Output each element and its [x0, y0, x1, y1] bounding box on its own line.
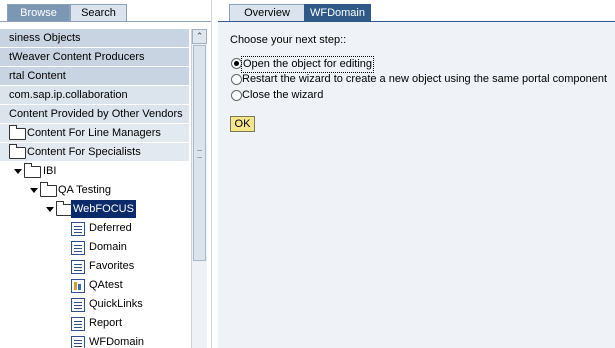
- tree-row-portal-content[interactable]: rtal Content: [0, 67, 189, 85]
- tree-folder-ibi[interactable]: IBI: [0, 162, 189, 180]
- tree-scrollbar[interactable]: ⌃: [191, 29, 207, 348]
- item-label: Report: [89, 317, 123, 329]
- tab-search[interactable]: Search: [70, 4, 127, 22]
- tree-row-business-objects[interactable]: siness Objects: [0, 29, 189, 47]
- tree-item-domain[interactable]: Domain: [0, 238, 189, 256]
- list-icon: [71, 317, 85, 331]
- tree-folder-line-managers[interactable]: Content For Line Managers: [0, 124, 189, 142]
- tree-row-label: tWeaver Content Producers: [9, 51, 145, 63]
- item-label: Favorites: [89, 260, 135, 272]
- left-tab-strip: Browse Search: [0, 0, 211, 22]
- item-label: Domain: [89, 241, 127, 253]
- portal-content-tree: siness Objects tWeaver Content Producers…: [0, 29, 193, 348]
- radio-button[interactable]: [231, 90, 242, 101]
- folder-label: IBI: [43, 165, 57, 177]
- tab-wfdomain[interactable]: WFDomain: [304, 4, 371, 22]
- expand-arrow-icon[interactable]: [30, 188, 38, 193]
- wizard-panel: Choose your next step:: Open the object …: [218, 22, 615, 348]
- option-label: Close the wizard: [242, 89, 324, 101]
- folder-icon: [24, 163, 41, 178]
- tree-item-favorites[interactable]: Favorites: [0, 257, 189, 275]
- tree-row-label: siness Objects: [9, 32, 81, 44]
- tree-item-deferred[interactable]: Deferred: [0, 219, 189, 237]
- navigation-pane: Browse Search siness Objects tWeaver Con…: [0, 0, 211, 348]
- folder-icon: [40, 182, 57, 197]
- tree-item-report[interactable]: Report: [0, 314, 189, 332]
- tab-browse[interactable]: Browse: [7, 4, 70, 22]
- item-label: Deferred: [89, 222, 132, 234]
- tree-folder-webfocus[interactable]: WebFOCUS: [0, 200, 189, 218]
- scrollbar-thumb[interactable]: [193, 45, 206, 261]
- folder-label: Content For Specialists: [27, 146, 141, 158]
- option-label: Open the object for editing: [241, 56, 375, 73]
- tree-row-label: Content Provided by Other Vendors: [9, 108, 183, 120]
- ok-button[interactable]: OK: [230, 116, 255, 132]
- right-tab-strip: Overview WFDomain: [218, 0, 615, 22]
- tab-underline: [0, 21, 211, 22]
- folder-icon: [9, 144, 26, 159]
- folder-icon: [9, 125, 26, 140]
- scroll-up-icon[interactable]: ⌃: [192, 29, 207, 44]
- folder-label-selected: WebFOCUS: [71, 200, 136, 218]
- expand-arrow-icon[interactable]: [14, 169, 22, 174]
- option-label: Restart the wizard to create a new objec…: [242, 73, 608, 85]
- tree-row-other-vendors[interactable]: Content Provided by Other Vendors: [0, 105, 189, 123]
- tree-folder-qa-testing[interactable]: QA Testing: [0, 181, 189, 199]
- tree-folder-specialists[interactable]: Content For Specialists: [0, 143, 189, 161]
- list-icon: [71, 298, 85, 312]
- list-icon: [71, 336, 85, 348]
- radio-button[interactable]: [231, 74, 242, 85]
- pane-splitter[interactable]: [211, 0, 218, 348]
- wizard-prompt: Choose your next step::: [230, 34, 347, 46]
- expand-arrow-icon[interactable]: [46, 207, 54, 212]
- tree-item-wfdomain[interactable]: WFDomain: [0, 333, 189, 348]
- item-label: WFDomain: [89, 336, 145, 348]
- list-icon: [71, 260, 85, 274]
- folder-label: Content For Line Managers: [27, 127, 161, 139]
- tree-item-quicklinks[interactable]: QuickLinks: [0, 295, 189, 313]
- list-icon: [71, 222, 85, 236]
- tree-row-label: rtal Content: [9, 70, 66, 82]
- item-label: QAtest: [89, 279, 123, 291]
- tree-item-qatest[interactable]: QAtest: [0, 276, 189, 294]
- folder-label: QA Testing: [58, 184, 111, 196]
- editor-pane: Overview WFDomain Choose your next step:…: [218, 0, 615, 348]
- tab-overview[interactable]: Overview: [229, 4, 305, 22]
- item-label: QuickLinks: [89, 298, 143, 310]
- tree-row-label: com.sap.ip.collaboration: [9, 89, 128, 101]
- tree-row-netweaver-content-producers[interactable]: tWeaver Content Producers: [0, 48, 189, 66]
- tree-row-collaboration[interactable]: com.sap.ip.collaboration: [0, 86, 189, 104]
- report-icon: [71, 279, 85, 293]
- grip-icon: [197, 150, 202, 158]
- list-icon: [71, 241, 85, 255]
